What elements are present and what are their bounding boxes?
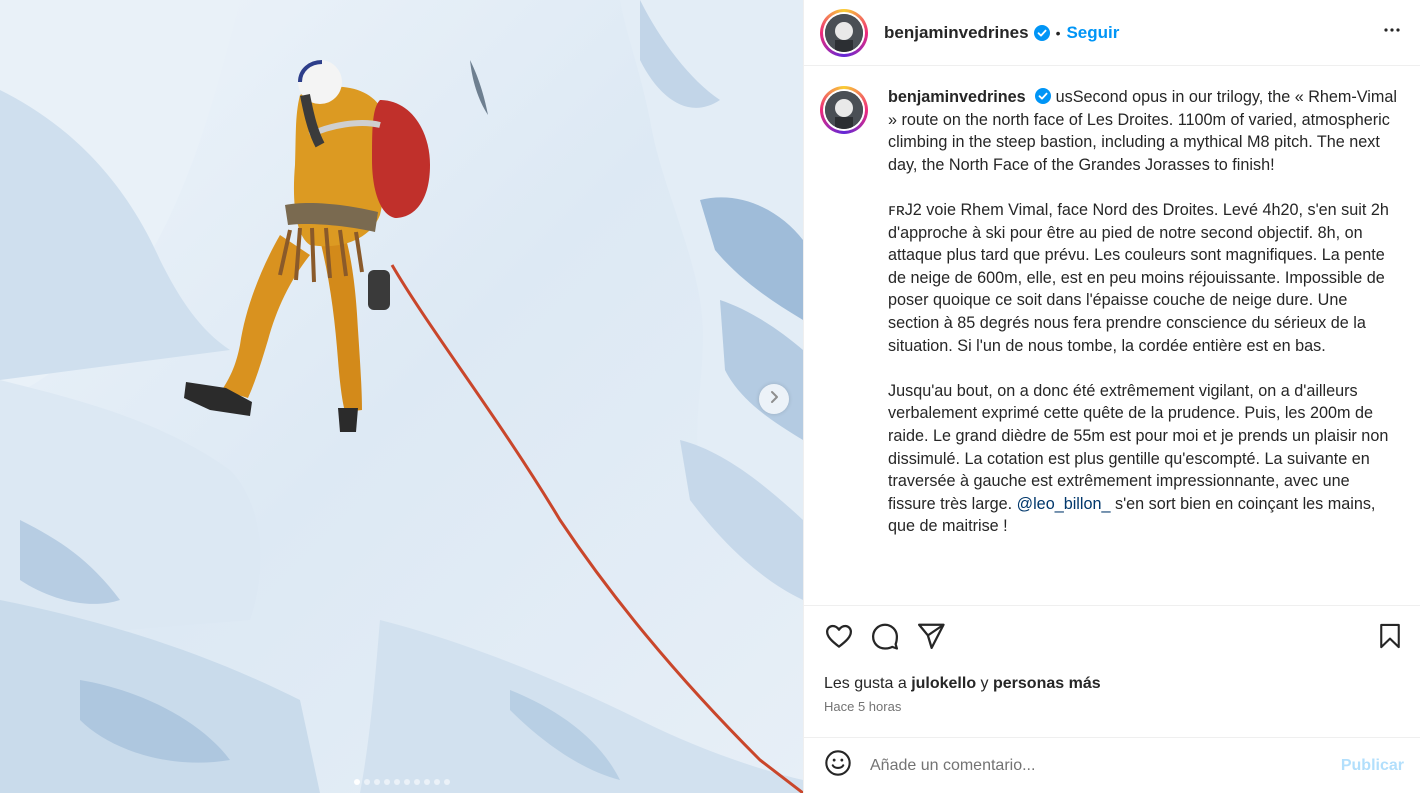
- more-options-icon[interactable]: [1380, 18, 1404, 47]
- comment-input[interactable]: [868, 755, 1341, 776]
- carousel-dot: [353, 779, 360, 785]
- avatar[interactable]: [820, 8, 868, 57]
- profile-photo: [825, 13, 863, 52]
- publish-button[interactable]: Publicar: [1341, 757, 1404, 775]
- carousel-dot: [383, 779, 390, 785]
- instagram-post: benjaminvedrines • Seguir benjaminvedrin…: [0, 0, 1420, 793]
- caption-paragraph-3: Jusqu'au bout, on a donc été extrêmement…: [888, 381, 1389, 513]
- climber-photo: [0, 0, 803, 793]
- carousel-dot: [433, 779, 440, 785]
- profile-photo: [825, 91, 863, 129]
- comment-bar: Publicar: [804, 737, 1420, 793]
- post-side-panel: benjaminvedrines • Seguir benjaminvedrin…: [803, 0, 1420, 793]
- liker-username[interactable]: julokello: [911, 675, 976, 692]
- mention-link[interactable]: @leo_billon_: [1017, 495, 1111, 513]
- likes-others-link[interactable]: personas más: [993, 675, 1101, 692]
- carousel-next-button[interactable]: [759, 384, 789, 414]
- chevron-right-icon: [767, 390, 781, 409]
- carousel-dot: [403, 779, 410, 785]
- caption-avatar[interactable]: [820, 86, 868, 134]
- carousel-dot: [363, 779, 370, 785]
- carousel-dot: [413, 779, 420, 785]
- likes-prefix: Les gusta a: [824, 675, 907, 692]
- action-bar: [804, 605, 1420, 671]
- carousel-dot: [423, 779, 430, 785]
- comment-icon[interactable]: [870, 621, 900, 656]
- likes-summary: Les gusta a julokello y personas más: [804, 671, 1420, 693]
- follow-button[interactable]: Seguir: [1066, 23, 1119, 43]
- post-header: benjaminvedrines • Seguir: [804, 0, 1420, 66]
- caption-paragraph-2: ꜰʀJ2 voie Rhem Vimal, face Nord des Droi…: [888, 200, 1389, 355]
- post-media[interactable]: [0, 0, 803, 793]
- emoji-icon[interactable]: [824, 749, 852, 782]
- caption-text: benjaminvedrines usSecond opus in our tr…: [888, 86, 1398, 605]
- username-link[interactable]: benjaminvedrines: [884, 23, 1029, 43]
- separator-dot: •: [1055, 24, 1061, 41]
- caption-area: benjaminvedrines usSecond opus in our tr…: [804, 66, 1420, 605]
- bookmark-icon[interactable]: [1376, 621, 1404, 656]
- carousel-dot: [373, 779, 380, 785]
- carousel-dot: [393, 779, 400, 785]
- post-timestamp[interactable]: Hace 5 horas: [804, 693, 1420, 737]
- heart-icon[interactable]: [824, 621, 854, 656]
- carousel-indicator: [0, 779, 803, 785]
- likes-connector: y: [980, 675, 989, 692]
- verified-badge-icon: [1033, 24, 1050, 41]
- verified-badge-icon: [1035, 88, 1052, 104]
- caption-username[interactable]: benjaminvedrines: [888, 88, 1026, 106]
- carousel-dot: [443, 779, 450, 785]
- share-icon[interactable]: [916, 621, 946, 656]
